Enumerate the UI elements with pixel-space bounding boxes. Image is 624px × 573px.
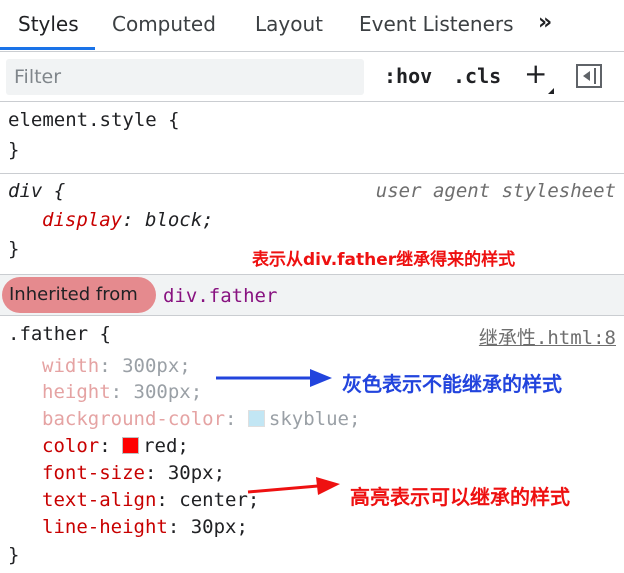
red-arrow-icon (247, 477, 340, 495)
non-inheritable-annotation: 灰色表示不能继承的样式 (342, 372, 562, 396)
inheritable-annotation: 高亮表示可以继承的样式 (350, 485, 570, 509)
blue-arrow-icon (216, 369, 332, 387)
